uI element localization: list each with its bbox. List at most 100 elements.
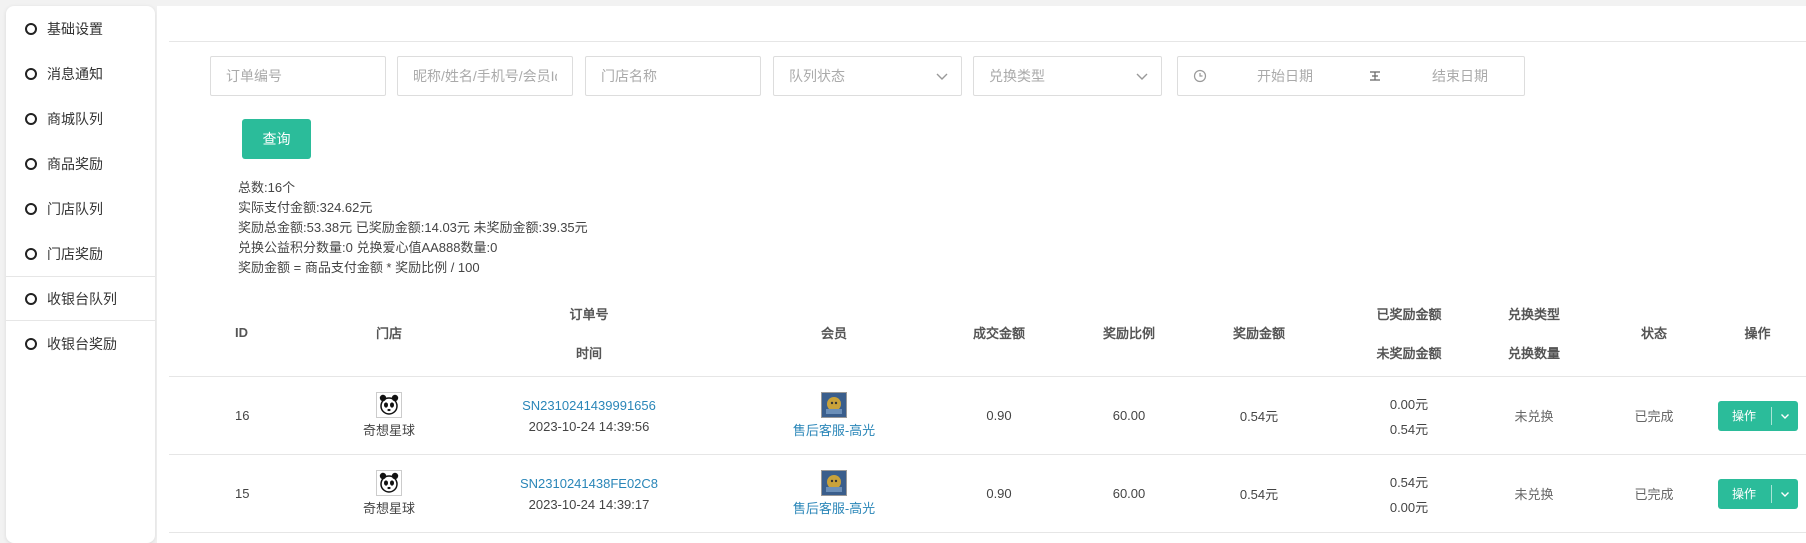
summary-formula: 奖励金额 = 商品支付金额 * 奖励比例 / 100 (238, 260, 480, 275)
radio-circle-icon (25, 22, 37, 35)
exchange-type-select[interactable]: 兑换类型 (973, 56, 1162, 96)
main-panel: 队列状态 兑换类型 开始日期 结束日期 查询 总数:16个 实际支付金额:324… (157, 6, 1806, 543)
cell-store: 奇想星球 (324, 455, 454, 532)
chevron-down-icon (936, 73, 948, 80)
header-reward-amount: 奖励金额 (1232, 326, 1285, 341)
sidebar-item-store-queue[interactable]: 门店队列 (6, 186, 155, 231)
radio-circle-icon (25, 202, 37, 215)
order-time: 2023-10-24 14:39:17 (528, 496, 650, 512)
panda-avatar-icon (376, 392, 402, 418)
order-time: 2023-10-24 14:39:56 (528, 418, 650, 434)
radio-circle-icon (25, 157, 37, 170)
action-toggle[interactable] (1772, 411, 1798, 421)
sidebar-item-label: 基础设置 (47, 20, 103, 37)
cell-rewarded: 0.54元 0.00元 (1389, 474, 1429, 515)
sidebar-item-label: 商城队列 (47, 110, 103, 127)
cell-status: 已完成 (1634, 487, 1674, 502)
chevron-down-icon (1136, 73, 1148, 80)
range-separator-icon (1370, 71, 1380, 81)
summary-reward: 奖励总金额:53.38元 已奖励金额:14.03元 未奖励金额:39.35元 (238, 220, 588, 235)
sidebar-item-label: 门店队列 (47, 200, 103, 217)
divider (169, 41, 1806, 42)
sidebar-item-label: 收银台队列 (47, 290, 117, 307)
sidebar-item-goods-reward[interactable]: 商品奖励 (6, 141, 155, 186)
sidebar-item-label: 商品奖励 (47, 155, 103, 172)
action-button-label[interactable]: 操作 (1718, 485, 1771, 502)
order-no-link[interactable]: SN2310241438FE02C8 (520, 476, 658, 491)
cell-reward-amount: 0.54元 (1239, 409, 1279, 424)
chevron-down-icon (1780, 491, 1789, 497)
cell-reward-amount: 0.54元 (1239, 487, 1279, 502)
sidebar-item-cashier-queue[interactable]: 收银台队列 (6, 276, 155, 321)
header-exchange: 兑换类型 兑换数量 (1507, 306, 1560, 361)
sidebar-item-label: 门店奖励 (47, 245, 103, 262)
summary-total: 总数:16个 (238, 180, 296, 195)
cell-id: 16 (235, 408, 250, 423)
cell-action: 操作 (1709, 377, 1806, 454)
cell-order: SN2310241438FE02C8 2023-10-24 14:39:17 (489, 455, 689, 532)
header-rewarded: 已奖励金额 未奖励金额 (1376, 306, 1442, 361)
member-avatar-icon[interactable] (821, 470, 847, 496)
queue-status-placeholder: 队列状态 (789, 68, 845, 84)
cell-deal-amount: 0.90 (986, 486, 1012, 501)
exchange-type-placeholder: 兑换类型 (989, 68, 1045, 84)
panda-avatar-icon (376, 470, 402, 496)
member-field[interactable] (397, 56, 573, 96)
sidebar-item-notifications[interactable]: 消息通知 (6, 51, 155, 96)
store-name-input[interactable] (601, 68, 745, 84)
cell-rewarded: 0.00元 0.54元 (1389, 396, 1429, 437)
radio-circle-icon (25, 247, 37, 260)
cell-member: 售后客服-高光 (759, 377, 909, 454)
cell-id: 15 (235, 486, 250, 501)
radio-circle-icon (25, 337, 37, 350)
cell-action: 操作 (1709, 455, 1806, 532)
member-link[interactable]: 售后客服-高光 (793, 420, 875, 439)
header-member: 会员 (820, 326, 847, 341)
table-header: ID 门店 订单号 时间 会员 成交金额 奖励比例 奖励金额 已奖励金额 未奖励金额… (169, 289, 1806, 377)
member-avatar-icon[interactable] (821, 392, 847, 418)
sidebar-item-store-reward[interactable]: 门店奖励 (6, 231, 155, 276)
cell-member: 售后客服-高光 (759, 455, 909, 532)
summary-block: 总数:16个 实际支付金额:324.62元 奖励总金额:53.38元 已奖励金额… (238, 178, 588, 278)
action-toggle[interactable] (1772, 489, 1798, 499)
store-name-field[interactable] (585, 56, 761, 96)
action-dropdown-button[interactable]: 操作 (1717, 400, 1798, 431)
end-date-placeholder[interactable]: 结束日期 (1432, 66, 1488, 86)
sidebar-item-label: 收银台奖励 (47, 335, 117, 352)
summary-exchange: 兑换公益积分数量:0 兑换爱心值AA888数量:0 (238, 240, 498, 255)
header-id: ID (235, 325, 248, 340)
action-button-label[interactable]: 操作 (1718, 407, 1771, 424)
date-range-picker[interactable]: 开始日期 结束日期 (1177, 56, 1525, 96)
cell-deal-amount: 0.90 (986, 408, 1012, 423)
cell-exchange-type: 未兑换 (1514, 409, 1554, 424)
queue-table: ID 门店 订单号 时间 会员 成交金额 奖励比例 奖励金额 已奖励金额 未奖励金额… (169, 289, 1806, 533)
query-button[interactable]: 查询 (242, 119, 311, 159)
app-root: 基础设置 消息通知 商城队列 商品奖励 门店队列 门店奖励 收银台队列 收银台奖… (0, 0, 1806, 543)
sidebar: 基础设置 消息通知 商城队列 商品奖励 门店队列 门店奖励 收银台队列 收银台奖… (6, 6, 155, 543)
cell-order: SN2310241439991656 2023-10-24 14:39:56 (489, 377, 689, 454)
order-no-input[interactable] (226, 68, 370, 84)
clock-icon (1193, 69, 1207, 83)
sidebar-item-cashier-reward[interactable]: 收银台奖励 (6, 321, 155, 366)
cell-reward-ratio: 60.00 (1112, 408, 1146, 423)
member-input[interactable] (413, 68, 557, 84)
sidebar-item-mall-queue[interactable]: 商城队列 (6, 96, 155, 141)
order-no-link[interactable]: SN2310241439991656 (522, 398, 656, 413)
chevron-down-icon (1780, 413, 1789, 419)
cell-store: 奇想星球 (324, 377, 454, 454)
header-reward-ratio: 奖励比例 (1102, 326, 1155, 341)
radio-circle-icon (25, 67, 37, 80)
header-action: 操作 (1744, 326, 1771, 341)
start-date-placeholder[interactable]: 开始日期 (1257, 66, 1313, 86)
cell-status: 已完成 (1634, 409, 1674, 424)
header-deal-amount: 成交金额 (972, 326, 1025, 341)
action-dropdown-button[interactable]: 操作 (1717, 478, 1798, 509)
radio-circle-icon (25, 292, 37, 305)
queue-status-select[interactable]: 队列状态 (773, 56, 962, 96)
order-no-field[interactable] (210, 56, 386, 96)
table-row: 16 奇想星球 SN2310241439991656 2023-10-24 14… (169, 377, 1806, 455)
sidebar-item-basic-settings[interactable]: 基础设置 (6, 6, 155, 51)
member-link[interactable]: 售后客服-高光 (793, 498, 875, 517)
cell-exchange-type: 未兑换 (1514, 487, 1554, 502)
summary-paid: 实际支付金额:324.62元 (238, 200, 373, 215)
